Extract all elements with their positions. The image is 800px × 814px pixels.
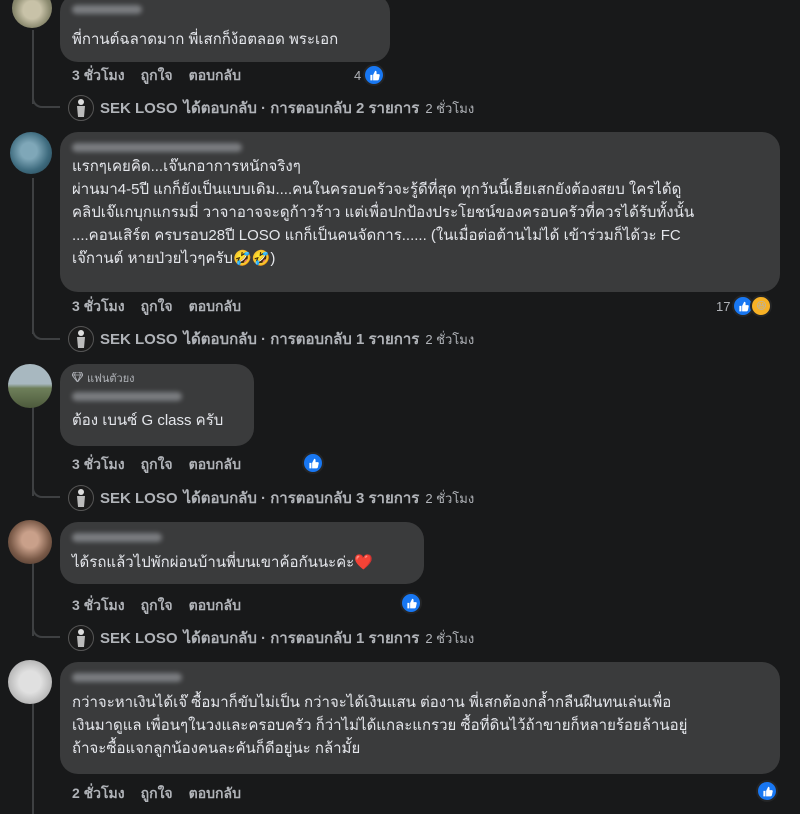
comment-actions: 3 ชั่วโมง ถูกใจ ตอบกลับ [72, 66, 241, 84]
reply-label: ได้ตอบกลับ · การตอบกลับ 1 รายการ [183, 331, 420, 348]
reply-author: SEK LOSO [100, 330, 178, 348]
reply-author: SEK LOSO [100, 629, 178, 647]
like-reaction-icon [756, 780, 778, 802]
like-button[interactable]: ถูกใจ [141, 455, 173, 473]
like-button[interactable]: ถูกใจ [141, 297, 173, 315]
comment-author[interactable] [72, 389, 242, 403]
like-reaction-icon [302, 452, 324, 474]
reply-time: 2 ชั่วโมง [425, 331, 475, 347]
like-button[interactable]: ถูกใจ [141, 66, 173, 84]
reply-summary[interactable]: SEK LOSO ได้ตอบกลับ · การตอบกลับ 1 รายกา… [68, 326, 475, 352]
sek-loso-avatar [68, 625, 94, 651]
reaction-summary[interactable] [756, 780, 778, 802]
reply-time: 2 ชั่วโมง [425, 490, 475, 506]
thread-line [32, 402, 34, 496]
diamond-badge-icon [71, 371, 84, 386]
sek-loso-avatar [68, 485, 94, 511]
comment-time[interactable]: 2 ชั่วโมง [72, 784, 125, 802]
reply-connector [32, 624, 60, 638]
reaction-summary[interactable]: 17 😆 [716, 295, 773, 317]
reply-summary[interactable]: SEK LOSO ได้ตอบกลับ · การตอบกลับ 3 รายกา… [68, 485, 475, 511]
comment-actions: 2 ชั่วโมง ถูกใจ ตอบกลับ [72, 784, 241, 802]
reply-time: 2 ชั่วโมง [425, 630, 475, 646]
comment-time[interactable]: 3 ชั่วโมง [72, 297, 125, 315]
commenter-avatar[interactable] [12, 0, 52, 28]
reply-button[interactable]: ตอบกลับ [189, 784, 241, 802]
comment-time[interactable]: 3 ชั่วโมง [72, 455, 125, 473]
thread-line [32, 30, 34, 104]
commenter-avatar[interactable] [8, 520, 52, 564]
reply-connector [32, 484, 60, 498]
comment-time[interactable]: 3 ชั่วโมง [72, 596, 125, 614]
comment-author[interactable] [72, 2, 378, 16]
commenter-avatar[interactable] [10, 132, 52, 174]
reply-summary[interactable]: SEK LOSO ได้ตอบกลับ · การตอบกลับ 2 รายกา… [68, 95, 475, 121]
like-button[interactable]: ถูกใจ [141, 784, 173, 802]
comment-author[interactable] [72, 530, 412, 544]
like-reaction-icon [363, 64, 386, 86]
comment-text: กว่าจะหาเงินได้เจ๊ ซื้อมาก็ขับไม่เป็น กว… [72, 694, 688, 757]
comment-bubble: พี่กานต์ฉลาดมาก พี่เสกก็ง้อตลอด พระเอก [60, 0, 390, 62]
badge-label: แฟนตัวยง [87, 373, 135, 385]
reply-label: ได้ตอบกลับ · การตอบกลับ 2 รายการ [183, 100, 420, 117]
comment-actions: 3 ชั่วโมง ถูกใจ ตอบกลับ [72, 596, 241, 614]
reaction-count: 4 [354, 67, 362, 83]
reply-author: SEK LOSO [100, 489, 178, 507]
reply-button[interactable]: ตอบกลับ [189, 66, 241, 84]
comment-bubble: กว่าจะหาเงินได้เจ๊ ซื้อมาก็ขับไม่เป็น กว… [60, 662, 780, 774]
comment-text: พี่กานต์ฉลาดมาก พี่เสกก็ง้อตลอด พระเอก [72, 31, 339, 48]
reaction-summary[interactable]: 4 [354, 64, 386, 86]
reply-button[interactable]: ตอบกลับ [189, 297, 241, 315]
comment-bubble: แฟนตัวยง ต้อง เบนซ์ G class ครับ [60, 364, 254, 446]
comment-time[interactable]: 3 ชั่วโมง [72, 66, 125, 84]
reply-summary[interactable]: SEK LOSO ได้ตอบกลับ · การตอบกลับ 1 รายกา… [68, 625, 475, 651]
reply-label: ได้ตอบกลับ · การตอบกลับ 1 รายการ [183, 630, 420, 647]
reply-connector [32, 326, 60, 340]
comment-text: ได้รถแล้วไปพักผ่อนบ้านพี่บนเขาค้อกันนะค่… [72, 554, 373, 571]
fan-badge[interactable]: แฟนตัวยง [71, 371, 242, 386]
thread-line [32, 700, 34, 814]
reply-connector [32, 94, 60, 108]
reaction-summary[interactable] [302, 452, 324, 474]
comment-bubble: ได้รถแล้วไปพักผ่อนบ้านพี่บนเขาค้อกันนะค่… [60, 522, 424, 584]
reply-button[interactable]: ตอบกลับ [189, 455, 241, 473]
commenter-avatar[interactable] [8, 364, 52, 408]
commenter-avatar[interactable] [8, 660, 52, 704]
haha-reaction-icon: 😆 [750, 295, 773, 317]
reaction-count: 17 [716, 298, 731, 314]
like-button[interactable]: ถูกใจ [141, 596, 173, 614]
sek-loso-avatar [68, 326, 94, 352]
like-reaction-icon [400, 592, 422, 614]
comment-text: แรกๆเคยคิด...เจ๊นกอาการหนักจริงๆ ผ่านมา4… [72, 158, 695, 267]
comment-author[interactable] [72, 140, 768, 154]
reply-time: 2 ชั่วโมง [425, 100, 475, 116]
reaction-summary[interactable] [400, 592, 422, 614]
reply-label: ได้ตอบกลับ · การตอบกลับ 3 รายการ [183, 490, 420, 507]
reply-button[interactable]: ตอบกลับ [189, 596, 241, 614]
comment-text: ต้อง เบนซ์ G class ครับ [72, 412, 224, 429]
comment-bubble: แรกๆเคยคิด...เจ๊นกอาการหนักจริงๆ ผ่านมา4… [60, 132, 780, 292]
comment-actions: 3 ชั่วโมง ถูกใจ ตอบกลับ [72, 455, 241, 473]
sek-loso-avatar [68, 95, 94, 121]
comment-actions: 3 ชั่วโมง ถูกใจ ตอบกลับ [72, 297, 241, 315]
comment-author[interactable] [72, 670, 768, 684]
reply-author: SEK LOSO [100, 99, 178, 117]
thread-line [32, 178, 34, 334]
